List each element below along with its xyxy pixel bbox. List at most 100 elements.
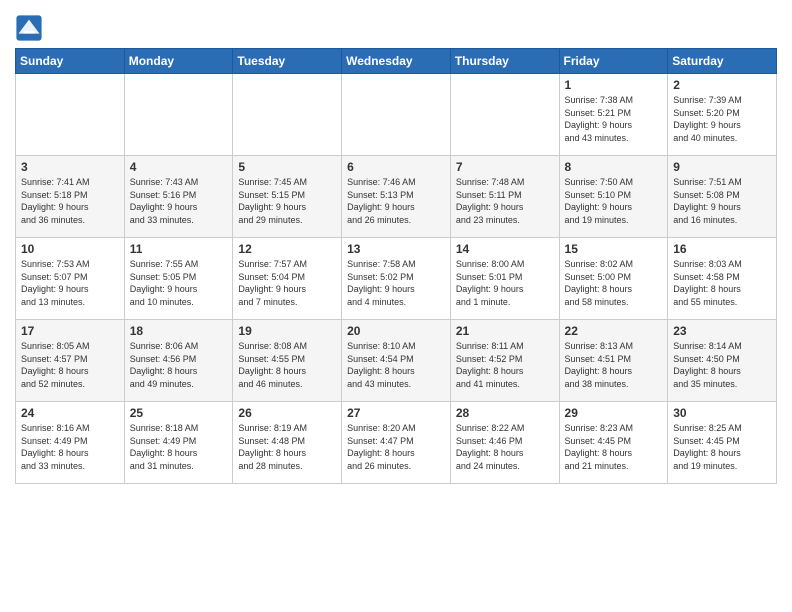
day-number: 4 xyxy=(130,160,228,174)
day-info: Sunrise: 7:55 AM Sunset: 5:05 PM Dayligh… xyxy=(130,258,228,308)
day-number: 21 xyxy=(456,324,554,338)
calendar-cell: 1Sunrise: 7:38 AM Sunset: 5:21 PM Daylig… xyxy=(559,74,668,156)
day-number: 6 xyxy=(347,160,445,174)
day-number: 25 xyxy=(130,406,228,420)
day-info: Sunrise: 7:58 AM Sunset: 5:02 PM Dayligh… xyxy=(347,258,445,308)
calendar-week-row: 24 Sunrise: 8:16 AM Sunset: 4:49 PM Dayli… xyxy=(16,402,777,484)
calendar-cell: 25 Sunrise: 8:18 AM Sunset: 4:49 PM Dayli… xyxy=(124,402,233,484)
header xyxy=(15,10,777,42)
day-number: 15 xyxy=(565,242,663,256)
day-number: 12 xyxy=(238,242,336,256)
day-info: Sunrise: 8:11 AM Sunset: 4:52 PM Dayligh… xyxy=(456,340,554,390)
logo xyxy=(15,14,47,42)
calendar-week-row: 10 Sunrise: 7:53 AM Sunset: 5:07 PM Dayli… xyxy=(16,238,777,320)
day-info: Sunrise: 7:41 AM Sunset: 5:18 PM Dayligh… xyxy=(21,176,119,226)
calendar-cell: 27 Sunrise: 8:20 AM Sunset: 4:47 PM Dayli… xyxy=(342,402,451,484)
day-info: Sunrise: 8:08 AM Sunset: 4:55 PM Dayligh… xyxy=(238,340,336,390)
day-number: 8 xyxy=(565,160,663,174)
day-number: 9 xyxy=(673,160,771,174)
calendar-cell: 17Sunrise: 8:05 AM Sunset: 4:57 PM Dayli… xyxy=(16,320,125,402)
day-number: 24 xyxy=(21,406,119,420)
day-number: 17 xyxy=(21,324,119,338)
calendar-cell xyxy=(16,74,125,156)
calendar-cell: 2 Sunrise: 7:39 AM Sunset: 5:20 PM Daylig… xyxy=(668,74,777,156)
calendar-week-row: 17Sunrise: 8:05 AM Sunset: 4:57 PM Dayli… xyxy=(16,320,777,402)
calendar-cell: 14Sunrise: 8:00 AM Sunset: 5:01 PM Dayli… xyxy=(450,238,559,320)
calendar-week-row: 1Sunrise: 7:38 AM Sunset: 5:21 PM Daylig… xyxy=(16,74,777,156)
calendar-cell: 9 Sunrise: 7:51 AM Sunset: 5:08 PM Daylig… xyxy=(668,156,777,238)
day-info: Sunrise: 8:02 AM Sunset: 5:00 PM Dayligh… xyxy=(565,258,663,308)
day-number: 29 xyxy=(565,406,663,420)
day-info: Sunrise: 7:39 AM Sunset: 5:20 PM Dayligh… xyxy=(673,94,771,144)
calendar-cell xyxy=(124,74,233,156)
day-number: 3 xyxy=(21,160,119,174)
day-info: Sunrise: 7:43 AM Sunset: 5:16 PM Dayligh… xyxy=(130,176,228,226)
day-number: 28 xyxy=(456,406,554,420)
day-info: Sunrise: 8:18 AM Sunset: 4:49 PM Dayligh… xyxy=(130,422,228,472)
calendar-header-monday: Monday xyxy=(124,49,233,74)
calendar-cell: 12 Sunrise: 7:57 AM Sunset: 5:04 PM Dayli… xyxy=(233,238,342,320)
day-info: Sunrise: 8:20 AM Sunset: 4:47 PM Dayligh… xyxy=(347,422,445,472)
day-number: 27 xyxy=(347,406,445,420)
calendar-cell: 10 Sunrise: 7:53 AM Sunset: 5:07 PM Dayli… xyxy=(16,238,125,320)
calendar-header-friday: Friday xyxy=(559,49,668,74)
day-number: 1 xyxy=(565,78,663,92)
day-number: 7 xyxy=(456,160,554,174)
calendar-week-row: 3 Sunrise: 7:41 AM Sunset: 5:18 PM Daylig… xyxy=(16,156,777,238)
day-info: Sunrise: 7:46 AM Sunset: 5:13 PM Dayligh… xyxy=(347,176,445,226)
day-info: Sunrise: 8:03 AM Sunset: 4:58 PM Dayligh… xyxy=(673,258,771,308)
calendar-cell xyxy=(342,74,451,156)
calendar-cell: 22 Sunrise: 8:13 AM Sunset: 4:51 PM Dayli… xyxy=(559,320,668,402)
day-number: 22 xyxy=(565,324,663,338)
calendar-header-saturday: Saturday xyxy=(668,49,777,74)
day-info: Sunrise: 7:53 AM Sunset: 5:07 PM Dayligh… xyxy=(21,258,119,308)
calendar-cell: 6 Sunrise: 7:46 AM Sunset: 5:13 PM Daylig… xyxy=(342,156,451,238)
calendar-cell: 16 Sunrise: 8:03 AM Sunset: 4:58 PM Dayli… xyxy=(668,238,777,320)
day-number: 26 xyxy=(238,406,336,420)
calendar-cell: 30Sunrise: 8:25 AM Sunset: 4:45 PM Dayli… xyxy=(668,402,777,484)
calendar-cell xyxy=(233,74,342,156)
day-info: Sunrise: 7:48 AM Sunset: 5:11 PM Dayligh… xyxy=(456,176,554,226)
calendar-header-thursday: Thursday xyxy=(450,49,559,74)
calendar-header-wednesday: Wednesday xyxy=(342,49,451,74)
calendar-cell: 7 Sunrise: 7:48 AM Sunset: 5:11 PM Daylig… xyxy=(450,156,559,238)
page-container: SundayMondayTuesdayWednesdayThursdayFrid… xyxy=(0,0,792,494)
calendar-cell: 13 Sunrise: 7:58 AM Sunset: 5:02 PM Dayli… xyxy=(342,238,451,320)
day-info: Sunrise: 7:45 AM Sunset: 5:15 PM Dayligh… xyxy=(238,176,336,226)
day-number: 20 xyxy=(347,324,445,338)
day-info: Sunrise: 8:10 AM Sunset: 4:54 PM Dayligh… xyxy=(347,340,445,390)
calendar-cell xyxy=(450,74,559,156)
calendar-cell: 21 Sunrise: 8:11 AM Sunset: 4:52 PM Dayli… xyxy=(450,320,559,402)
calendar-cell: 11Sunrise: 7:55 AM Sunset: 5:05 PM Dayli… xyxy=(124,238,233,320)
calendar-cell: 18Sunrise: 8:06 AM Sunset: 4:56 PM Dayli… xyxy=(124,320,233,402)
calendar-cell: 4 Sunrise: 7:43 AM Sunset: 5:16 PM Daylig… xyxy=(124,156,233,238)
day-info: Sunrise: 8:13 AM Sunset: 4:51 PM Dayligh… xyxy=(565,340,663,390)
day-info: Sunrise: 8:06 AM Sunset: 4:56 PM Dayligh… xyxy=(130,340,228,390)
day-number: 2 xyxy=(673,78,771,92)
day-info: Sunrise: 8:14 AM Sunset: 4:50 PM Dayligh… xyxy=(673,340,771,390)
calendar-cell: 5 Sunrise: 7:45 AM Sunset: 5:15 PM Daylig… xyxy=(233,156,342,238)
day-info: Sunrise: 8:16 AM Sunset: 4:49 PM Dayligh… xyxy=(21,422,119,472)
calendar-cell: 28 Sunrise: 8:22 AM Sunset: 4:46 PM Dayli… xyxy=(450,402,559,484)
calendar-cell: 3 Sunrise: 7:41 AM Sunset: 5:18 PM Daylig… xyxy=(16,156,125,238)
calendar-cell: 19 Sunrise: 8:08 AM Sunset: 4:55 PM Dayli… xyxy=(233,320,342,402)
day-number: 5 xyxy=(238,160,336,174)
day-info: Sunrise: 8:00 AM Sunset: 5:01 PM Dayligh… xyxy=(456,258,554,308)
calendar-cell: 20 Sunrise: 8:10 AM Sunset: 4:54 PM Dayli… xyxy=(342,320,451,402)
calendar-cell: 15 Sunrise: 8:02 AM Sunset: 5:00 PM Dayli… xyxy=(559,238,668,320)
day-number: 13 xyxy=(347,242,445,256)
day-info: Sunrise: 8:25 AM Sunset: 4:45 PM Dayligh… xyxy=(673,422,771,472)
day-info: Sunrise: 8:19 AM Sunset: 4:48 PM Dayligh… xyxy=(238,422,336,472)
calendar-header-tuesday: Tuesday xyxy=(233,49,342,74)
day-number: 19 xyxy=(238,324,336,338)
day-info: Sunrise: 7:51 AM Sunset: 5:08 PM Dayligh… xyxy=(673,176,771,226)
day-number: 23 xyxy=(673,324,771,338)
day-info: Sunrise: 7:57 AM Sunset: 5:04 PM Dayligh… xyxy=(238,258,336,308)
day-number: 16 xyxy=(673,242,771,256)
day-info: Sunrise: 8:22 AM Sunset: 4:46 PM Dayligh… xyxy=(456,422,554,472)
day-number: 10 xyxy=(21,242,119,256)
calendar-cell: 24 Sunrise: 8:16 AM Sunset: 4:49 PM Dayli… xyxy=(16,402,125,484)
calendar-cell: 8Sunrise: 7:50 AM Sunset: 5:10 PM Daylig… xyxy=(559,156,668,238)
calendar-cell: 29Sunrise: 8:23 AM Sunset: 4:45 PM Dayli… xyxy=(559,402,668,484)
calendar-cell: 26 Sunrise: 8:19 AM Sunset: 4:48 PM Dayli… xyxy=(233,402,342,484)
